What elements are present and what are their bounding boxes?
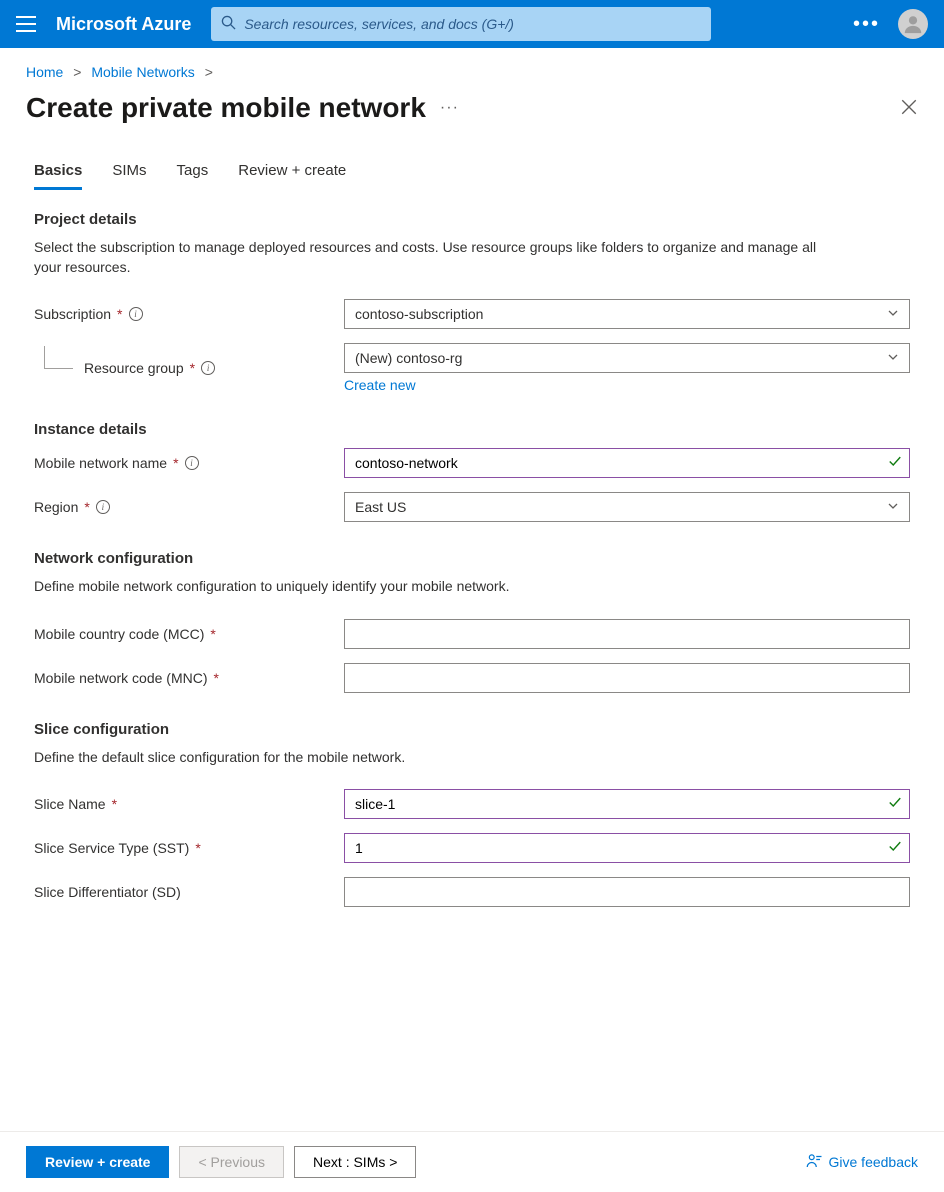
slice-configuration-heading: Slice configuration xyxy=(34,721,910,738)
tab-tags[interactable]: Tags xyxy=(177,154,209,189)
slice-name-label: Slice Name * xyxy=(34,796,344,812)
region-select[interactable]: East US xyxy=(344,492,910,522)
tab-bar: Basics SIMs Tags Review + create xyxy=(0,154,944,189)
region-label: Region * i xyxy=(34,499,344,515)
chevron-right-icon: > xyxy=(73,64,81,80)
slice-name-input[interactable] xyxy=(344,789,910,819)
mnc-input[interactable] xyxy=(344,663,910,693)
chevron-right-icon: > xyxy=(205,64,213,80)
section-instance-details: Instance details Mobile network name * i… xyxy=(34,421,910,522)
brand-label: Microsoft Azure xyxy=(56,14,191,35)
search-input[interactable] xyxy=(244,7,701,41)
feedback-icon xyxy=(805,1152,823,1173)
tab-basics[interactable]: Basics xyxy=(34,154,82,189)
required-marker: * xyxy=(210,626,215,642)
resource-group-select[interactable]: (New) contoso-rg xyxy=(344,343,910,373)
project-details-heading: Project details xyxy=(34,211,910,228)
title-more-icon[interactable]: ··· xyxy=(440,99,459,117)
info-icon[interactable]: i xyxy=(185,456,199,470)
breadcrumb: Home > Mobile Networks > xyxy=(0,48,944,88)
user-avatar[interactable] xyxy=(898,9,928,39)
hamburger-menu-icon[interactable] xyxy=(16,16,36,32)
required-marker: * xyxy=(190,360,195,376)
sst-label: Slice Service Type (SST) * xyxy=(34,840,344,856)
form-body: Project details Select the subscription … xyxy=(0,189,944,945)
tab-review-create[interactable]: Review + create xyxy=(238,154,346,189)
create-new-link[interactable]: Create new xyxy=(344,377,416,393)
close-icon[interactable] xyxy=(900,98,918,119)
global-search[interactable] xyxy=(211,7,711,41)
info-icon[interactable]: i xyxy=(96,500,110,514)
network-configuration-heading: Network configuration xyxy=(34,550,910,567)
top-bar: Microsoft Azure ••• xyxy=(0,0,944,48)
mcc-label: Mobile country code (MCC) * xyxy=(34,626,344,642)
required-marker: * xyxy=(117,306,122,322)
wizard-footer: Review + create < Previous Next : SIMs >… xyxy=(0,1131,944,1192)
give-feedback-link[interactable]: Give feedback xyxy=(805,1152,919,1173)
next-button[interactable]: Next : SIMs > xyxy=(294,1146,416,1178)
sst-input[interactable] xyxy=(344,833,910,863)
instance-details-heading: Instance details xyxy=(34,421,910,438)
info-icon[interactable]: i xyxy=(201,361,215,375)
section-network-configuration: Network configuration Define mobile netw… xyxy=(34,550,910,693)
chevron-down-icon xyxy=(887,350,899,366)
more-menu-icon[interactable]: ••• xyxy=(853,13,880,36)
sd-label: Slice Differentiator (SD) xyxy=(34,884,344,900)
mobile-network-name-input[interactable] xyxy=(344,448,910,478)
network-configuration-desc: Define mobile network configuration to u… xyxy=(34,577,844,597)
required-marker: * xyxy=(195,840,200,856)
title-row: Create private mobile network ··· xyxy=(0,88,944,154)
search-icon xyxy=(221,15,236,33)
subscription-label: Subscription * i xyxy=(34,306,344,322)
page-title: Create private mobile network xyxy=(26,92,426,124)
chevron-down-icon xyxy=(887,306,899,322)
mcc-input[interactable] xyxy=(344,619,910,649)
mobile-network-name-label: Mobile network name * i xyxy=(34,455,344,471)
project-details-desc: Select the subscription to manage deploy… xyxy=(34,238,844,277)
chevron-down-icon xyxy=(887,499,899,515)
info-icon[interactable]: i xyxy=(129,307,143,321)
resource-group-label: Resource group * i xyxy=(34,360,344,376)
subscription-select[interactable]: contoso-subscription xyxy=(344,299,910,329)
sd-input[interactable] xyxy=(344,877,910,907)
required-marker: * xyxy=(84,499,89,515)
slice-configuration-desc: Define the default slice configuration f… xyxy=(34,748,844,768)
required-marker: * xyxy=(173,455,178,471)
section-project-details: Project details Select the subscription … xyxy=(34,211,910,393)
required-marker: * xyxy=(112,796,117,812)
mnc-label: Mobile network code (MNC) * xyxy=(34,670,344,686)
breadcrumb-home[interactable]: Home xyxy=(26,64,63,80)
review-create-button[interactable]: Review + create xyxy=(26,1146,169,1178)
tab-sims[interactable]: SIMs xyxy=(112,154,146,189)
section-slice-configuration: Slice configuration Define the default s… xyxy=(34,721,910,908)
required-marker: * xyxy=(214,670,219,686)
previous-button: < Previous xyxy=(179,1146,284,1178)
breadcrumb-mobile-networks[interactable]: Mobile Networks xyxy=(91,64,194,80)
